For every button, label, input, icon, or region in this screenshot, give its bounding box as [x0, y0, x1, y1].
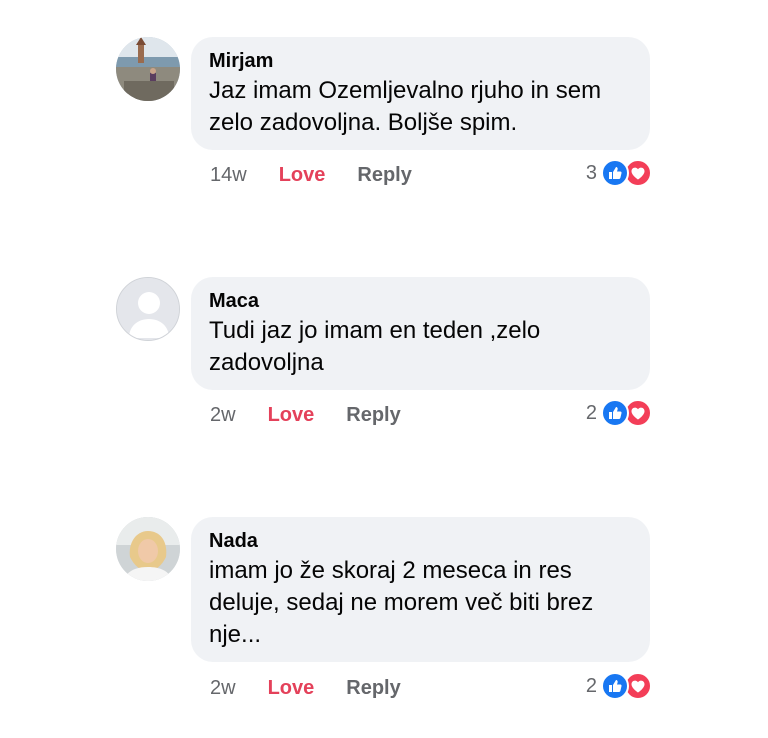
reactions-summary[interactable]: 3: [586, 159, 652, 187]
like-reaction-icon: [601, 159, 629, 187]
comment-text-line: Tudi jaz jo imam en teden ,zelo: [209, 317, 541, 344]
love-button[interactable]: Love: [279, 163, 326, 187]
comment-text: imam jo že skoraj 2 meseca in res deluje…: [209, 555, 632, 651]
comment-bubble: Maca Tudi jaz jo imam en teden ,zelo zad…: [191, 277, 650, 390]
reaction-count: 3: [585, 161, 597, 184]
comment-actions: 2w Love Reply: [210, 403, 401, 427]
comment-text: Tudi jaz jo imam en teden ,zelo zadovolj…: [209, 315, 632, 379]
comment-text-line: zelo zadovoljna. Boljše spim.: [209, 109, 518, 136]
comment-text-line: nje...: [209, 621, 262, 648]
avatar-nada[interactable]: [116, 517, 180, 581]
comment-text-line: zadovoljna: [209, 349, 324, 376]
comment-time[interactable]: 2w: [210, 676, 236, 700]
reaction-count: 2: [585, 674, 597, 697]
love-button[interactable]: Love: [268, 403, 315, 427]
avatar-mirjam[interactable]: [116, 37, 180, 101]
comment-time[interactable]: 14w: [210, 163, 247, 187]
love-button[interactable]: Love: [268, 676, 315, 700]
comment-author[interactable]: Mirjam: [209, 49, 632, 73]
reply-button[interactable]: Reply: [346, 676, 400, 700]
comment-author[interactable]: Maca: [209, 289, 632, 313]
comment-actions: 14w Love Reply: [210, 163, 412, 187]
reaction-count: 2: [585, 401, 597, 424]
comment-text: Jaz imam Ozemljevalno rjuho in sem zelo …: [209, 75, 632, 139]
comment-actions: 2w Love Reply: [210, 676, 401, 700]
reactions-summary[interactable]: 2: [586, 672, 652, 700]
reply-button[interactable]: Reply: [346, 403, 400, 427]
comment-text-line: deluje, sedaj ne morem več biti brez: [209, 589, 594, 616]
comment-bubble: Nada imam jo že skoraj 2 meseca in res d…: [191, 517, 650, 662]
comment-time[interactable]: 2w: [210, 403, 236, 427]
like-reaction-icon: [601, 672, 629, 700]
comment-text-line: Jaz imam Ozemljevalno rjuho in sem: [209, 77, 602, 104]
comment-bubble: Mirjam Jaz imam Ozemljevalno rjuho in se…: [191, 37, 650, 150]
like-reaction-icon: [601, 399, 629, 427]
comment-text-line: imam jo že skoraj 2 meseca in res: [209, 557, 572, 584]
avatar-maca[interactable]: [116, 277, 180, 341]
reactions-summary[interactable]: 2: [586, 399, 652, 427]
comment-author[interactable]: Nada: [209, 529, 632, 553]
reply-button[interactable]: Reply: [357, 163, 411, 187]
